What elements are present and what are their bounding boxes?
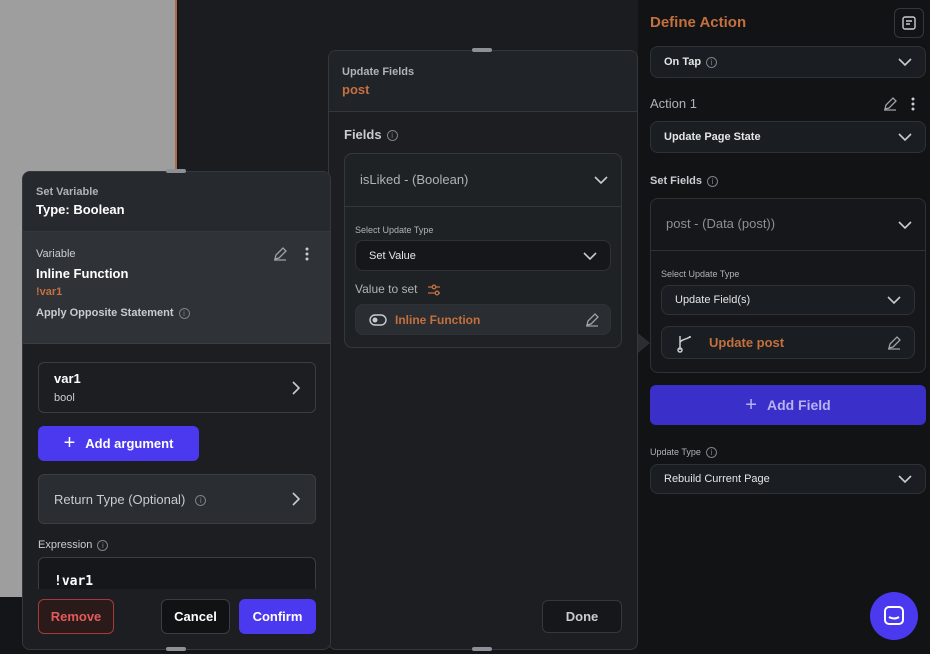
select-update-type-label: Select Update Type xyxy=(355,225,434,235)
panel-header: Update Fields post xyxy=(329,51,637,112)
chevron-down-icon xyxy=(898,133,912,142)
update-type-dropdown[interactable]: Set Value xyxy=(355,240,611,271)
update-fields-panel: Update Fields post Fields i isLiked - (Bo… xyxy=(328,50,638,650)
notes-button[interactable] xyxy=(894,8,924,38)
done-button[interactable]: Done xyxy=(542,600,622,633)
action-type-value: Update Page State xyxy=(664,131,761,143)
field-row[interactable]: isLiked - (Boolean) xyxy=(345,154,621,207)
value-button[interactable]: Inline Function xyxy=(355,304,611,335)
panel-title: Define Action xyxy=(650,14,747,31)
chat-button[interactable] xyxy=(870,592,918,640)
argument-type: bool xyxy=(54,392,75,404)
chevron-down-icon xyxy=(898,58,912,67)
action-label: Action 1 xyxy=(650,96,697,111)
define-action-panel: Define Action On Tap i Action 1 Update Pa… xyxy=(638,0,930,654)
update-type-dropdown[interactable]: Update Field(s) xyxy=(661,285,915,315)
info-icon: i xyxy=(97,539,109,551)
chevron-down-icon xyxy=(887,296,901,305)
add-argument-button[interactable]: + Add argument xyxy=(38,426,199,461)
header-label: Set Variable xyxy=(36,186,99,198)
footer: Remove Cancel Confirm xyxy=(23,589,330,649)
argument-row[interactable]: var1 bool xyxy=(38,362,316,413)
connector-arrow xyxy=(638,333,650,353)
action-type-dropdown[interactable]: Update Page State xyxy=(650,121,926,153)
select-update-type-label: Select Update Type xyxy=(661,269,740,279)
info-icon: i xyxy=(178,307,190,319)
add-field-label: Add Field xyxy=(766,397,831,413)
variable-section: Variable Inline Function !var1 Apply Opp… xyxy=(23,232,330,395)
drag-handle[interactable] xyxy=(472,647,492,651)
rebuild-label: Update Type i xyxy=(650,447,717,459)
header-label: Update Fields xyxy=(342,66,415,78)
chat-bubble-icon xyxy=(884,606,904,625)
value-to-set-label: Value to set xyxy=(355,282,441,297)
chevron-down-icon xyxy=(898,221,912,230)
confirm-button[interactable]: Confirm xyxy=(239,599,316,634)
trigger-value: On Tap xyxy=(664,56,702,68)
rebuild-value: Rebuild Current Page xyxy=(664,473,770,485)
fields-label: Fields i xyxy=(344,127,398,142)
expression-label: Expression i xyxy=(38,539,109,551)
rebuild-dropdown[interactable]: Rebuild Current Page xyxy=(650,464,926,494)
chevron-down-icon xyxy=(594,176,608,185)
info-icon: i xyxy=(195,495,207,507)
more-vert-icon[interactable] xyxy=(304,246,310,262)
apply-opposite-label: Apply Opposite Statement i xyxy=(36,307,330,319)
add-field-button[interactable]: + Add Field xyxy=(650,385,926,425)
chevron-right-icon xyxy=(292,381,301,395)
drag-handle[interactable] xyxy=(166,647,186,651)
variable-name: Inline Function xyxy=(36,266,129,281)
info-icon: i xyxy=(706,175,718,187)
field-card: post - (Data (post)) Select Update Type … xyxy=(650,198,926,373)
header-type: Type: Boolean xyxy=(36,202,125,217)
chevron-down-icon xyxy=(583,251,597,260)
expression-value: !var1 xyxy=(54,574,94,589)
update-type-value: Set Value xyxy=(369,249,416,262)
plus-icon: + xyxy=(63,432,76,454)
return-type-row[interactable]: Return Type (Optional) i xyxy=(38,474,316,524)
argument-name: var1 xyxy=(54,371,81,386)
field-card: isLiked - (Boolean) Select Update Type S… xyxy=(344,153,622,348)
cancel-button[interactable]: Cancel xyxy=(161,599,230,634)
drag-handle[interactable] xyxy=(166,169,186,173)
set-fields-label: Set Fields i xyxy=(650,175,718,187)
chevron-right-icon xyxy=(292,492,301,506)
sliders-icon xyxy=(427,284,440,296)
edit-icon[interactable] xyxy=(584,312,600,328)
info-icon: i xyxy=(705,447,717,459)
edit-icon[interactable] xyxy=(882,96,898,112)
more-vert-icon[interactable] xyxy=(910,96,916,112)
field-name: post - (Data (post)) xyxy=(666,216,776,231)
variable-code: !var1 xyxy=(36,286,63,298)
update-target-button[interactable]: Update post xyxy=(661,326,915,359)
return-type-label: Return Type (Optional) xyxy=(54,492,186,507)
update-type-value: Update Field(s) xyxy=(675,294,751,306)
value-text: Inline Function xyxy=(395,312,481,327)
plus-icon: + xyxy=(745,393,757,416)
edit-icon[interactable] xyxy=(272,246,288,262)
chevron-down-icon xyxy=(898,475,912,484)
remove-button[interactable]: Remove xyxy=(38,599,114,634)
drag-handle[interactable] xyxy=(472,48,492,52)
edit-icon[interactable] xyxy=(886,335,902,351)
info-icon: i xyxy=(706,56,718,68)
info-icon: i xyxy=(386,130,398,142)
field-name: isLiked - (Boolean) xyxy=(360,172,469,187)
header-value: post xyxy=(342,82,370,97)
field-row[interactable]: post - (Data (post)) xyxy=(651,199,925,251)
panel-header: Set Variable Type: Boolean xyxy=(23,172,330,232)
toggle-icon xyxy=(369,313,387,326)
set-variable-panel: Set Variable Type: Boolean Variable Inli… xyxy=(22,171,331,650)
update-target-value: Update post xyxy=(709,335,785,350)
branch-icon xyxy=(677,335,691,353)
add-argument-label: Add argument xyxy=(85,436,174,451)
notes-icon xyxy=(902,16,916,30)
trigger-dropdown[interactable]: On Tap i xyxy=(650,46,926,78)
